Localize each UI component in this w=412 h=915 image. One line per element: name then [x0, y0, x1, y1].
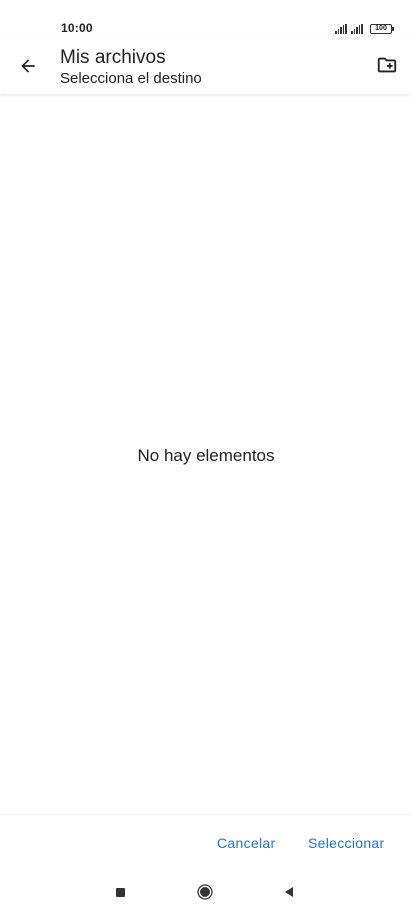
- square-recents-icon[interactable]: [116, 888, 125, 897]
- signal-icon: [335, 24, 348, 34]
- status-icons: 100: [335, 22, 394, 34]
- arrow-back-icon: [21, 59, 35, 73]
- select-button[interactable]: Seleccionar: [308, 835, 384, 851]
- new-folder-button[interactable]: [374, 52, 400, 78]
- empty-state-message: No hay elementos: [137, 446, 275, 465]
- signal-icon: [351, 24, 363, 34]
- cancel-button[interactable]: Cancelar: [217, 835, 275, 851]
- status-time: 10:00: [61, 21, 93, 35]
- circle-home-icon[interactable]: [197, 884, 213, 900]
- system-navigation-bar: [0, 872, 412, 915]
- battery-icon: 100: [370, 24, 394, 34]
- bottom-actions: Cancelar Seleccionar: [0, 814, 412, 872]
- page-title: Mis archivos: [60, 47, 166, 68]
- back-button[interactable]: [12, 50, 44, 82]
- triangle-back-icon[interactable]: [285, 887, 293, 897]
- create-new-folder-icon: [377, 57, 397, 73]
- status-bar: 10:00 100: [0, 0, 412, 36]
- page-subtitle: Selecciona el destino: [60, 70, 202, 87]
- app-bar: Mis archivos Selecciona el destino: [0, 36, 412, 94]
